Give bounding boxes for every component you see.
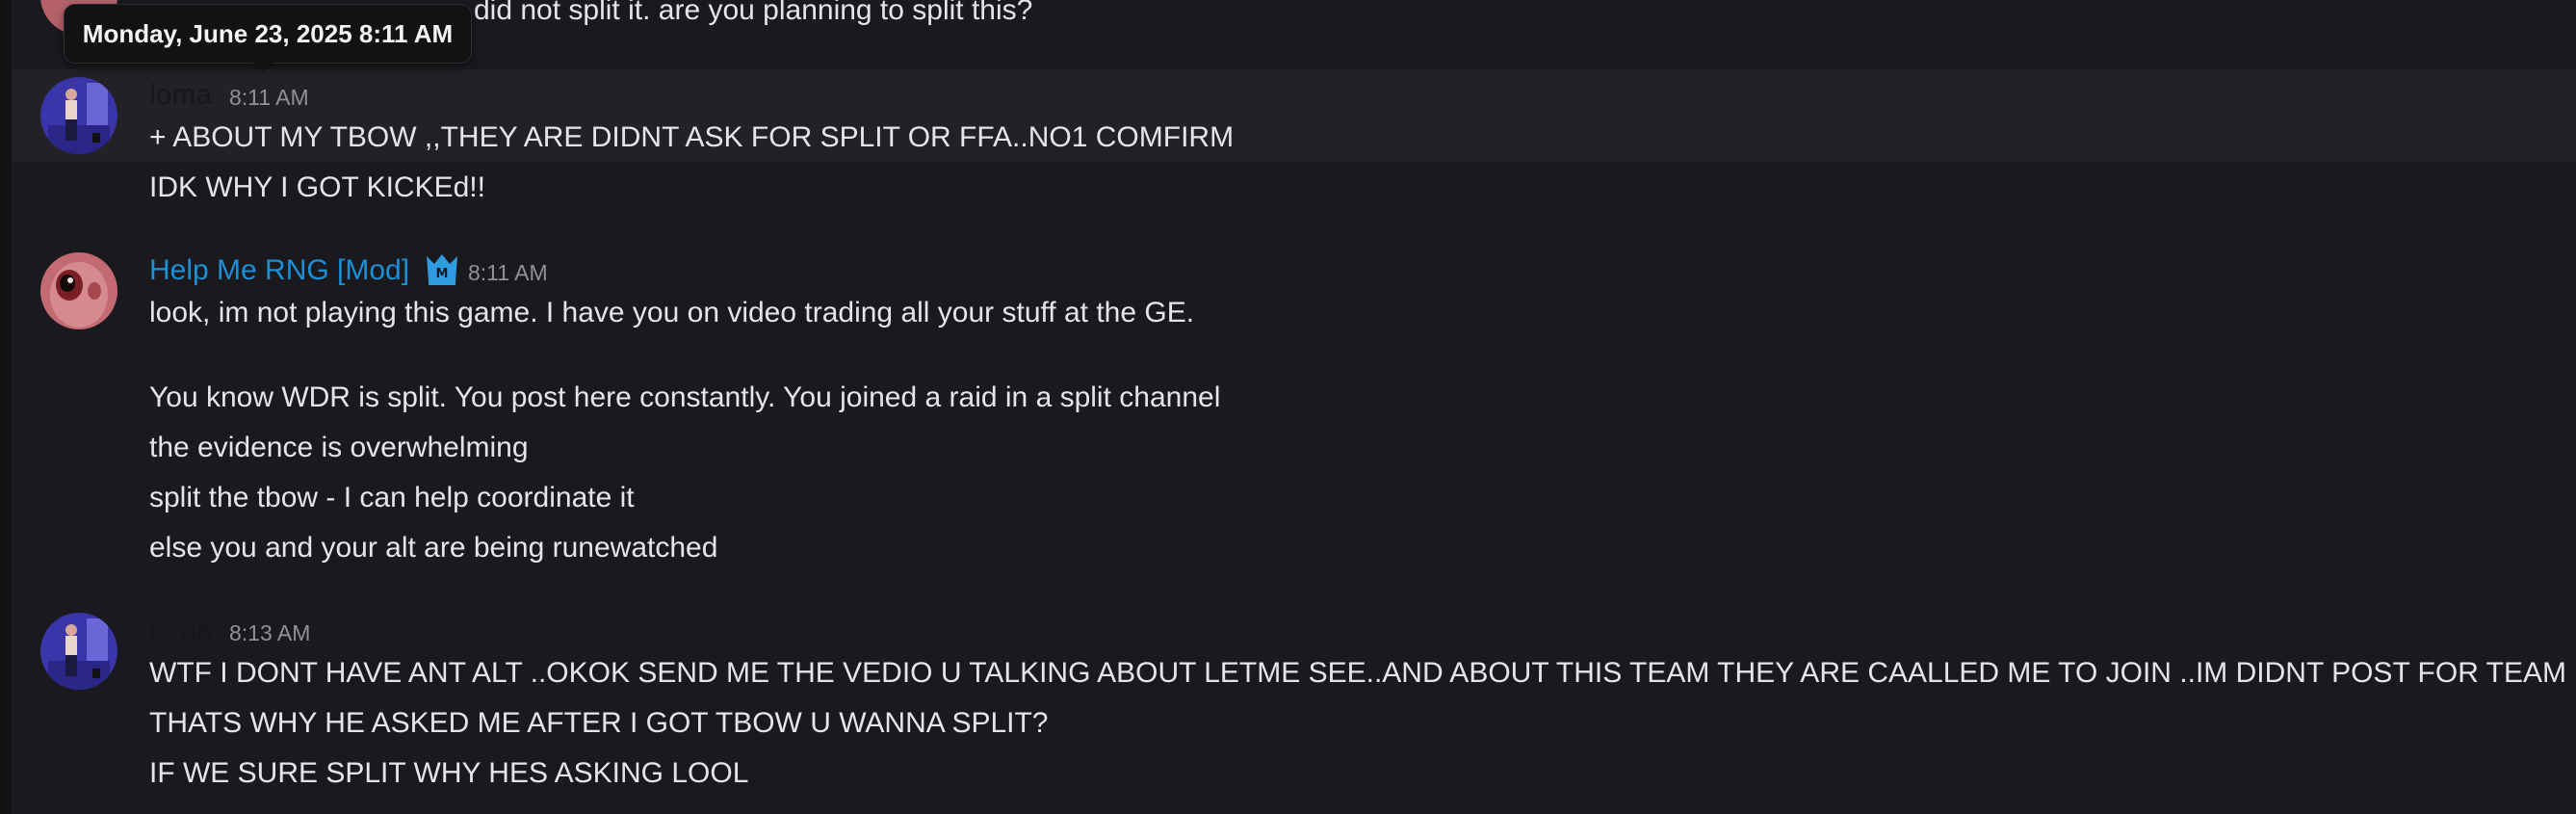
alien-avatar-icon[interactable]: [40, 252, 117, 329]
message-text: IF WE SURE SPLIT WHY HES ASKING LOOL: [149, 757, 749, 789]
message-timestamp[interactable]: 8:11 AM: [468, 258, 548, 287]
message-text: look, im not playing this game. I have y…: [149, 297, 1195, 328]
chat-messages: did not split it. are you planning to sp…: [0, 0, 2576, 814]
message-text: THATS WHY HE ASKED ME AFTER I GOT TBOW U…: [149, 707, 1049, 739]
author-name[interactable]: Help Me RNG [Mod]: [149, 252, 409, 289]
mod-crown-icon[interactable]: M: [424, 252, 460, 287]
message-timestamp[interactable]: 8:13 AM: [229, 618, 310, 647]
timestamp-tooltip: Monday, June 23, 2025 8:11 AM: [64, 4, 472, 64]
message-text: IDK WHY I GOT KICKEd!!: [149, 171, 485, 203]
svg-text:M: M: [436, 267, 449, 281]
message-text: the evidence is overwhelming: [149, 432, 529, 463]
message-text: + ABOUT MY TBOW ,,THEY ARE DIDNT ASK FOR…: [149, 121, 1235, 153]
author-name[interactable]: loma: [149, 77, 212, 114]
message-text: did not split it. are you planning to sp…: [474, 0, 1033, 26]
tooltip-arrow: [252, 63, 273, 71]
message-text: else you and your alt are being runewatc…: [149, 532, 718, 564]
author-name[interactable]: loma: [149, 613, 212, 649]
message-text: split the tbow - I can help coordinate i…: [149, 482, 635, 513]
message-text: You know WDR is split. You post here con…: [149, 381, 1221, 413]
message-timestamp[interactable]: 8:11 AM: [229, 83, 309, 112]
message-text: WTF I DONT HAVE ANT ALT ..OKOK SEND ME T…: [149, 657, 2567, 689]
loma-avatar-icon[interactable]: [40, 77, 117, 154]
loma-avatar-icon[interactable]: [40, 613, 117, 690]
left-rail: [0, 0, 12, 814]
